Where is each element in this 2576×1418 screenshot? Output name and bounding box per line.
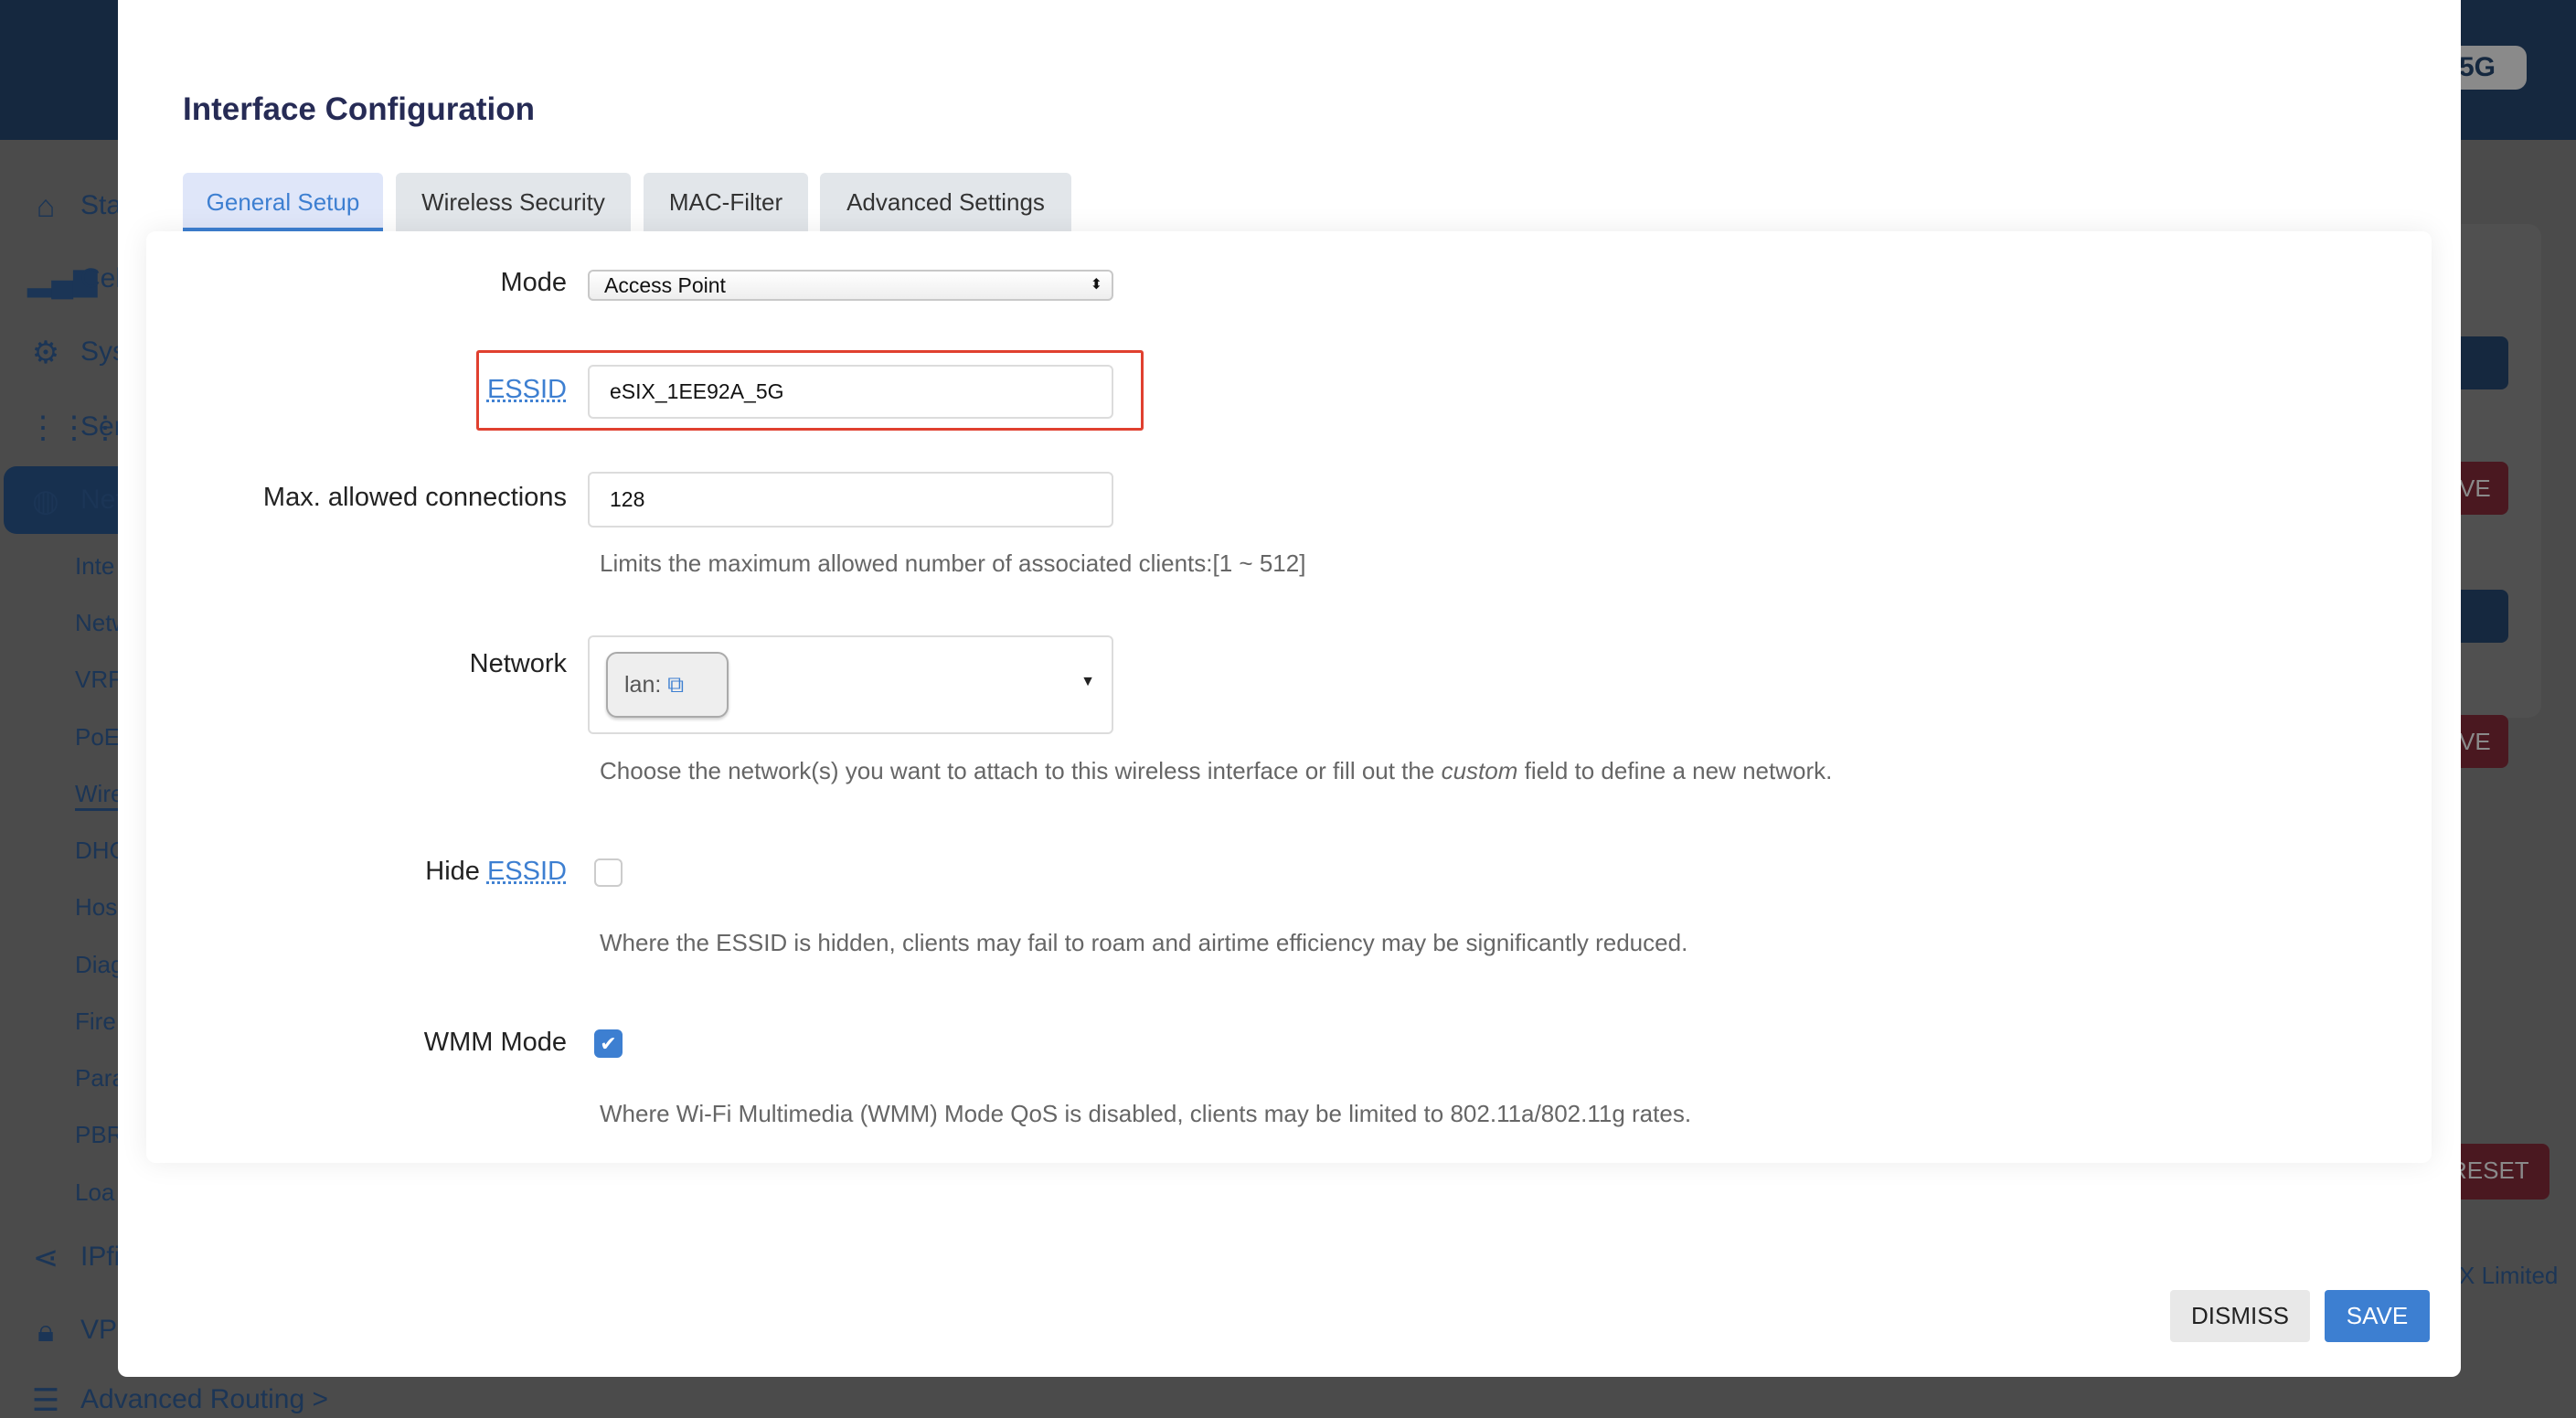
help-text: Choose the network(s) you want to attach…	[600, 757, 1442, 784]
max-connections-label: Max. allowed connections	[262, 483, 567, 512]
sidebar-item-network[interactable]: Net	[80, 485, 123, 516]
select-arrows-icon: ⬍	[1090, 277, 1102, 293]
sidebar-item-services[interactable]: Ser	[80, 411, 123, 442]
globe-icon: ◍	[32, 484, 59, 518]
mode-select[interactable]: Access Point ⬍	[588, 270, 1113, 301]
sidebar-sub-item[interactable]: PoE	[75, 723, 120, 752]
tab-advanced-settings[interactable]: Advanced Settings	[820, 173, 1071, 231]
help-text: field to define a new network.	[1517, 757, 1833, 784]
mode-value: Access Point	[604, 273, 726, 297]
list-icon: ☰	[31, 1383, 60, 1418]
sidebar-sub-item[interactable]: VRF	[75, 666, 122, 694]
share-icon: ⋖	[32, 1241, 59, 1275]
signal-icon: ▂▄▆	[27, 262, 98, 297]
modal-title: Interface Configuration	[183, 91, 536, 127]
max-connections-help: Limits the maximum allowed number of ass…	[600, 549, 1306, 577]
ethernet-ports-icon: ⧉	[667, 672, 685, 698]
sidebar-sub-item-wireless[interactable]: Wire	[75, 780, 124, 811]
hide-essid-help: Where the ESSID is hidden, clients may f…	[600, 929, 1688, 956]
wmm-mode-label: WMM Mode	[423, 1028, 567, 1057]
dropdown-arrow-icon: ▼	[1080, 674, 1095, 689]
wmm-mode-checkbox[interactable]: ✔	[594, 1029, 623, 1058]
network-chip-lan[interactable]: lan: ⧉	[606, 652, 729, 718]
network-dropdown[interactable]: lan: ⧉ ▼	[588, 635, 1113, 734]
grid-icon: ⋮⋮⋮	[27, 410, 121, 445]
lock-icon: 🔒︎	[37, 1314, 55, 1349]
reset-label: RESET	[2450, 1157, 2529, 1184]
help-emphasis: custom	[1441, 757, 1518, 784]
mode-label: Mode	[500, 268, 567, 297]
label-text: Hide	[425, 857, 487, 886]
dismiss-button[interactable]: DISMISS	[2170, 1290, 2310, 1342]
sidebar-item-cellular[interactable]: Cel	[80, 263, 122, 294]
sidebar-sub-item[interactable]: Diag	[75, 951, 123, 979]
sidebar-sub-item[interactable]: Hos	[75, 893, 117, 922]
essid-input[interactable]: eSIX_1EE92A_5G	[588, 365, 1113, 419]
network-chip-label: lan:	[624, 672, 662, 698]
hide-essid-checkbox[interactable]	[594, 858, 623, 887]
essid-link[interactable]: ESSID	[487, 857, 567, 886]
hide-essid-label: Hide ESSID	[425, 857, 567, 887]
sidebar-sub-item[interactable]: Inte	[75, 552, 114, 581]
network-label: Network	[469, 649, 567, 678]
essid-label-link[interactable]: ESSID	[487, 375, 567, 405]
network-help: Choose the network(s) you want to attach…	[600, 757, 1832, 785]
sidebar-item-advanced-routing[interactable]: Advanced Routing >	[80, 1384, 328, 1415]
sidebar-sub-item[interactable]: Fire	[75, 1008, 116, 1036]
home-icon: ⌂	[36, 189, 56, 224]
max-connections-input[interactable]: 128	[588, 472, 1113, 528]
save-button[interactable]: SAVE	[2325, 1290, 2430, 1342]
sidebar-item-status[interactable]: Sta	[80, 190, 122, 221]
tab-general-setup[interactable]: General Setup	[183, 173, 383, 231]
tab-wireless-security[interactable]: Wireless Security	[396, 173, 631, 231]
gear-icon: ⚙	[31, 336, 60, 370]
sidebar-sub-item[interactable]: Loa	[75, 1178, 114, 1207]
check-icon: ✔	[600, 1032, 617, 1055]
sidebar-item-ipfilter[interactable]: IPfi	[80, 1242, 120, 1273]
tab-mac-filter[interactable]: MAC-Filter	[644, 173, 808, 231]
sidebar-sub-item[interactable]: PBR	[75, 1121, 123, 1149]
wmm-mode-help: Where Wi-Fi Multimedia (WMM) Mode QoS is…	[600, 1100, 1692, 1127]
footer-text: X Limited	[2459, 1262, 2559, 1289]
